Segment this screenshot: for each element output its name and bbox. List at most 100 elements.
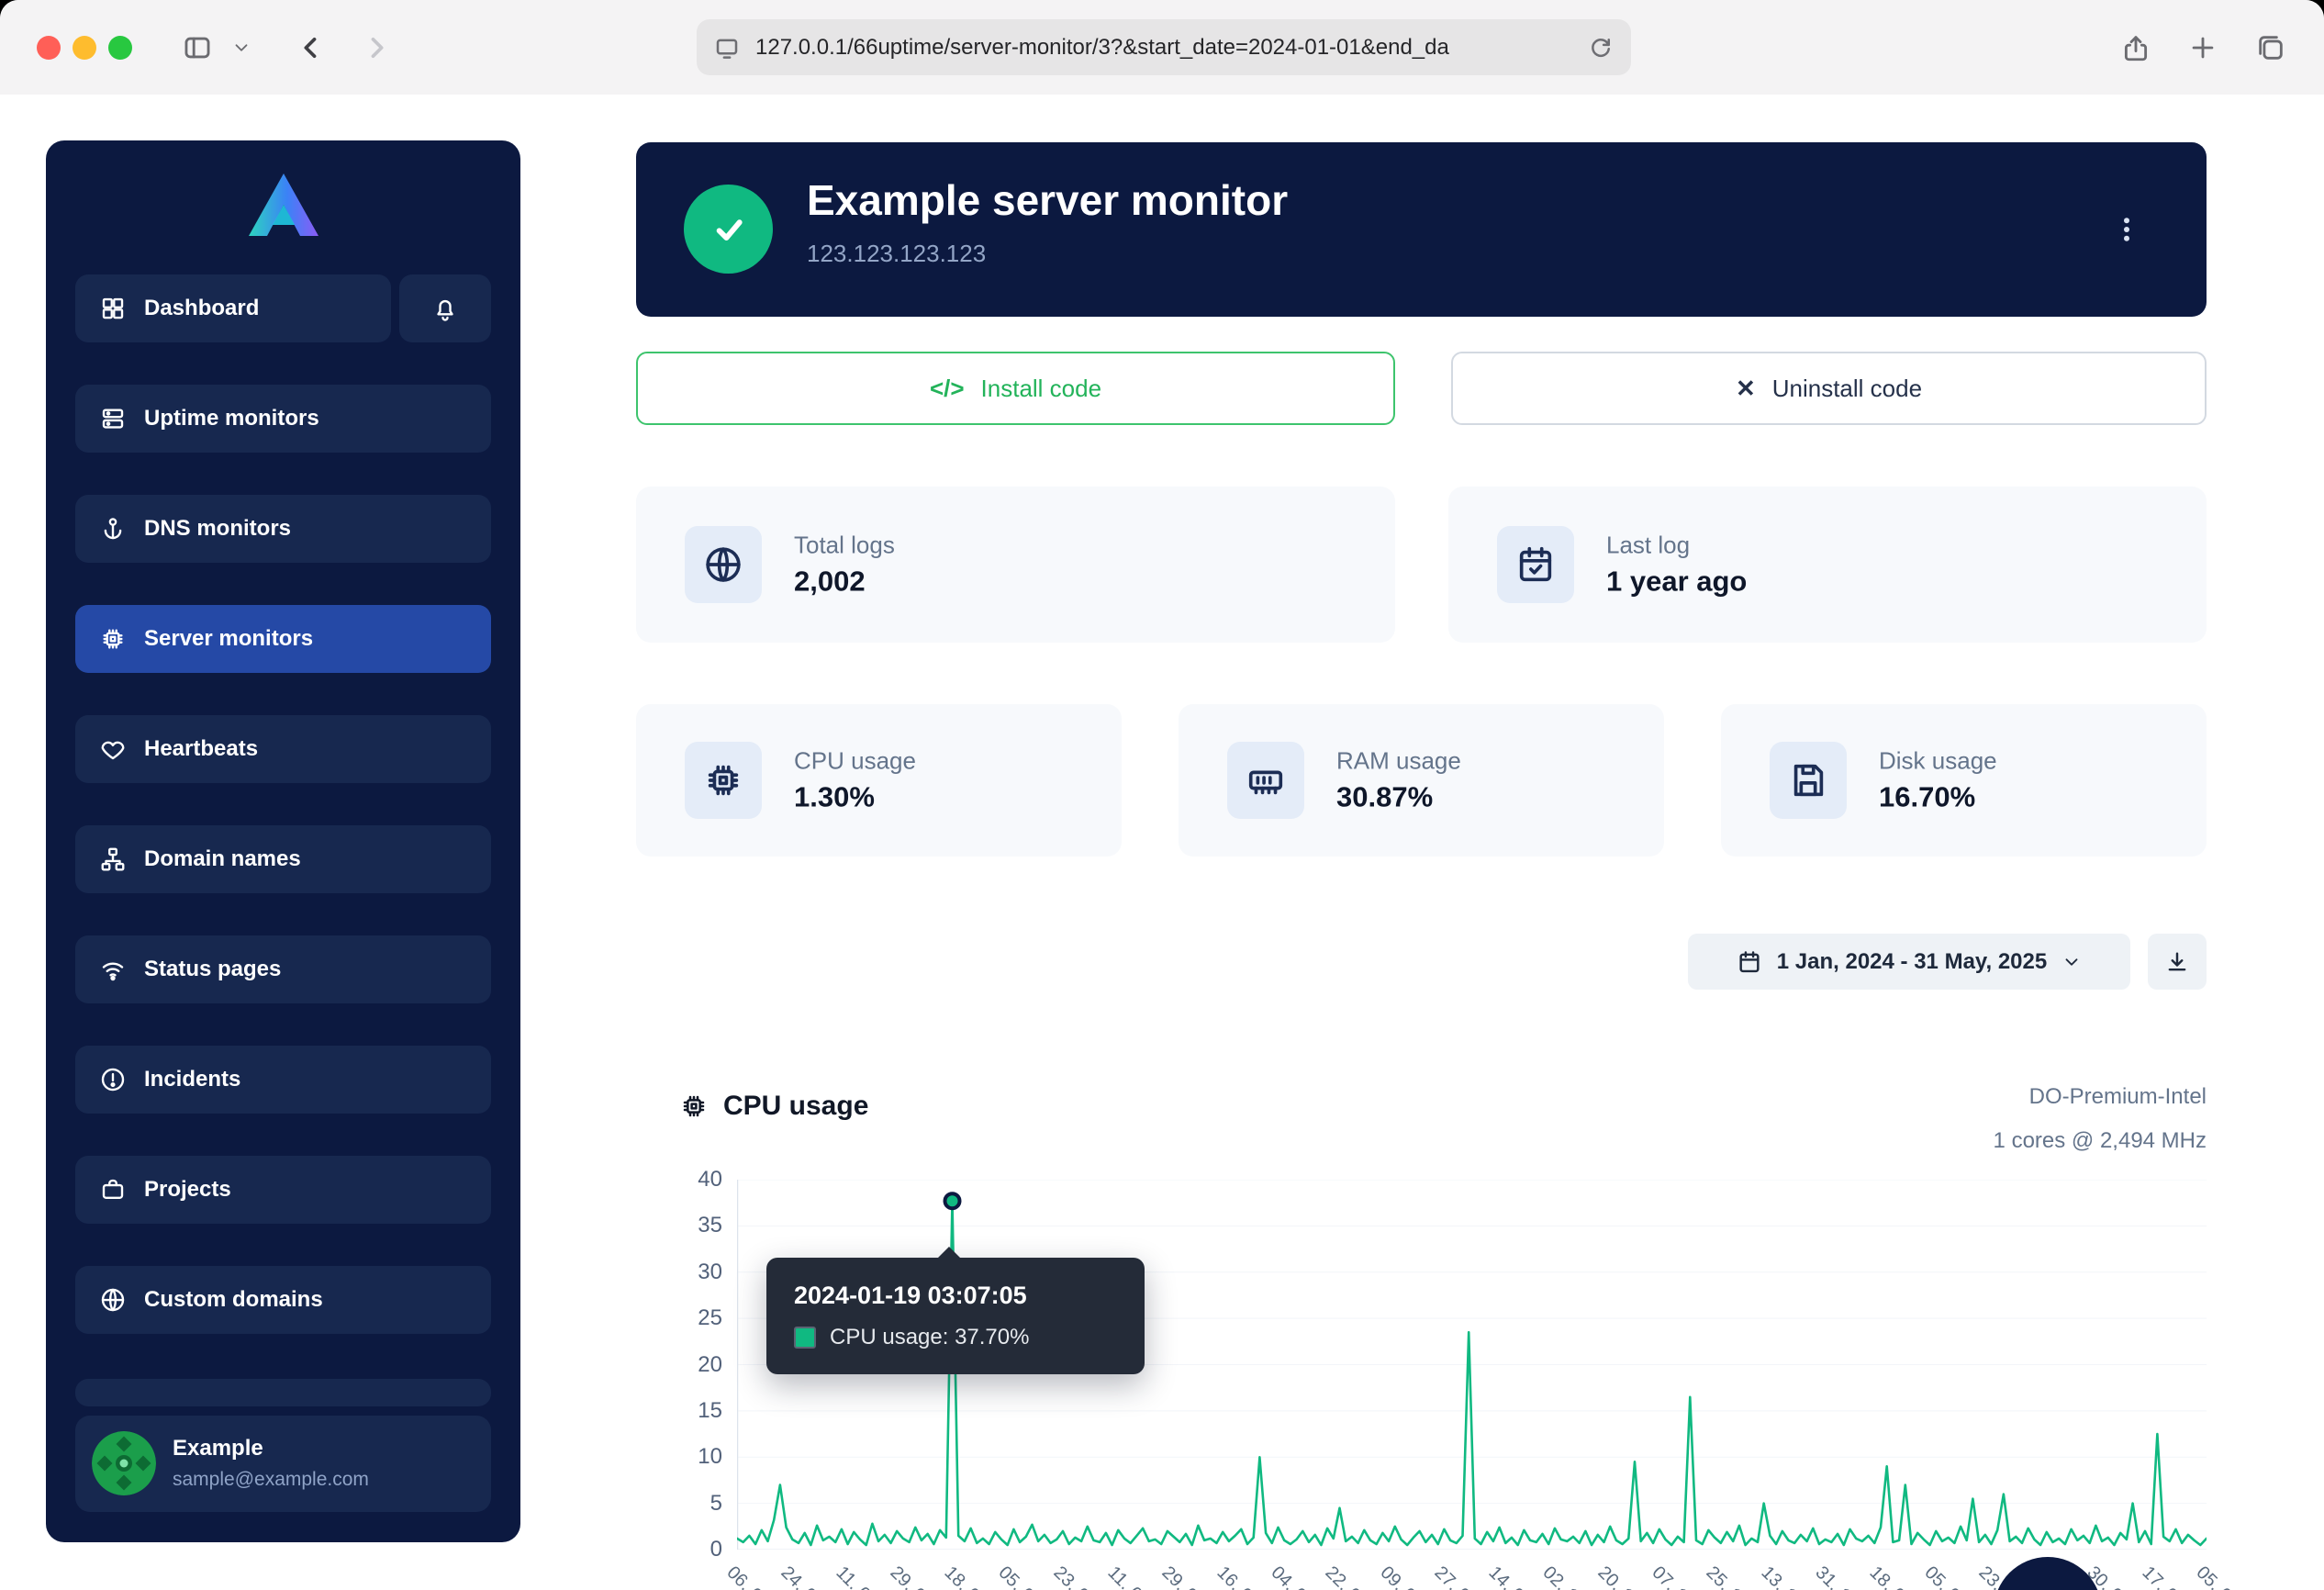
status-ok-icon xyxy=(684,185,773,274)
x-tick-label: 29. 05. xyxy=(1157,1562,1212,1590)
x-tick-label: 23. 04. xyxy=(1049,1562,1104,1590)
forward-button[interactable] xyxy=(356,28,397,68)
tooltip-timestamp: 2024-01-19 03:07:05 xyxy=(794,1282,1117,1310)
code-icon: </> xyxy=(930,375,965,403)
alert-icon xyxy=(99,1066,127,1093)
x-tick-label: 22. 07. xyxy=(1321,1562,1376,1590)
x-tick-label: 18. 03. xyxy=(940,1562,995,1590)
x-icon: ✕ xyxy=(1736,375,1756,403)
share-icon[interactable] xyxy=(2116,28,2156,68)
account-email: sample@example.com xyxy=(173,1469,369,1491)
calendar-check-icon xyxy=(1497,526,1574,603)
install-code-button[interactable]: </> Install code xyxy=(636,352,1395,425)
y-tick-label: 25 xyxy=(658,1304,722,1333)
site-icon xyxy=(713,34,741,62)
chevron-down-icon[interactable] xyxy=(226,28,257,68)
y-tick-label: 30 xyxy=(658,1258,722,1287)
date-range-picker[interactable]: 1 Jan, 2024 - 31 May, 2025 xyxy=(1688,934,2130,990)
account-card[interactable]: Example sample@example.com xyxy=(75,1416,491,1512)
globe-icon xyxy=(685,526,762,603)
x-tick-label: 17. 04. xyxy=(2137,1562,2192,1590)
cpu-icon xyxy=(99,625,127,653)
uninstall-code-button[interactable]: ✕ Uninstall code xyxy=(1451,352,2207,425)
browser-toolbar: 127.0.0.1/66uptime/server-monitor/3?&sta… xyxy=(0,0,2324,95)
y-tick-label: 35 xyxy=(658,1211,722,1240)
date-range-label: 1 Jan, 2024 - 31 May, 2025 xyxy=(1777,949,2047,975)
y-tick-label: 40 xyxy=(658,1165,722,1194)
floating-action-button[interactable] xyxy=(1994,1557,2102,1590)
briefcase-icon xyxy=(99,1176,127,1204)
tab-overview-icon[interactable] xyxy=(2251,28,2291,68)
chart-tooltip: 2024-01-19 03:07:05 CPU usage: 37.70% xyxy=(766,1258,1145,1374)
sidebar-item-label: Custom domains xyxy=(144,1287,323,1313)
x-tick-label: 25. 11. xyxy=(1702,1562,1755,1590)
x-tick-label: 14. 09. xyxy=(1484,1562,1539,1590)
total-logs-card: Total logs 2,002 xyxy=(636,487,1395,643)
cpu-usage-card: CPU usage 1.30% xyxy=(636,704,1122,857)
sidebar-item-custom-domains[interactable]: Custom domains xyxy=(75,1266,491,1334)
ram-usage-value: 30.87% xyxy=(1336,781,1461,814)
disk-usage-value: 16.70% xyxy=(1879,781,1997,814)
series-swatch xyxy=(794,1327,816,1349)
y-tick-label: 15 xyxy=(658,1396,722,1426)
x-tick-label: 02. 10. xyxy=(1538,1562,1593,1590)
chart-title: CPU usage xyxy=(723,1091,868,1122)
sidebar-toggle-icon[interactable] xyxy=(177,28,218,68)
sidebar-item-partial[interactable] xyxy=(75,1379,491,1406)
x-tick-label: 31. 12. xyxy=(1811,1562,1866,1590)
wifi-icon xyxy=(99,956,127,983)
minimize-window-button[interactable] xyxy=(73,36,96,60)
install-code-label: Install code xyxy=(981,375,1102,403)
x-tick-label: 07. 11. xyxy=(1648,1562,1701,1590)
sidebar-item-label: Uptime monitors xyxy=(144,406,319,431)
x-tick-label: 24. 01. xyxy=(777,1562,832,1590)
x-tick-label: 27. 08. xyxy=(1430,1562,1485,1590)
url-text: 127.0.0.1/66uptime/server-monitor/3?&sta… xyxy=(755,35,1587,61)
x-tick-label: 05. 05. xyxy=(2192,1562,2247,1590)
sidebar-item-label: Server monitors xyxy=(144,626,313,652)
download-button[interactable] xyxy=(2148,934,2207,990)
sidebar-item-dns-monitors[interactable]: DNS monitors xyxy=(75,495,491,563)
sidebar-item-label: Dashboard xyxy=(144,296,259,321)
server-meta: DO-Premium-Intel 1 cores @ 2,494 MHz xyxy=(1994,1075,2207,1163)
grid-icon xyxy=(99,295,127,322)
x-tick-label: 05. 04. xyxy=(994,1562,1049,1590)
ram-icon xyxy=(1227,742,1304,819)
sidebar-item-projects[interactable]: Projects xyxy=(75,1156,491,1224)
sidebar-item-incidents[interactable]: Incidents xyxy=(75,1046,491,1114)
x-tick-label: 20. 10. xyxy=(1592,1562,1648,1590)
last-log-card: Last log 1 year ago xyxy=(1448,487,2207,643)
cpu-usage-label: CPU usage xyxy=(794,747,916,776)
x-tick-label: 04. 07. xyxy=(1267,1562,1322,1590)
disk-usage-card: Disk usage 16.70% xyxy=(1721,704,2207,857)
x-tick-label: 09. 08. xyxy=(1375,1562,1430,1590)
sidebar-item-label: Incidents xyxy=(144,1067,240,1092)
zoom-window-button[interactable] xyxy=(108,36,132,60)
sidebar-item-uptime-monitors[interactable]: Uptime monitors xyxy=(75,385,491,453)
address-bar[interactable]: 127.0.0.1/66uptime/server-monitor/3?&sta… xyxy=(697,19,1631,75)
sidebar-item-server-monitors[interactable]: Server monitors xyxy=(75,605,491,673)
close-window-button[interactable] xyxy=(37,36,61,60)
chart-title-row: CPU usage xyxy=(679,1091,868,1122)
server-name: DO-Premium-Intel xyxy=(1994,1075,2207,1119)
kebab-menu-icon[interactable] xyxy=(2104,196,2150,263)
monitor-header-card: Example server monitor 123.123.123.123 xyxy=(636,142,2207,317)
sidebar-item-heartbeats[interactable]: Heartbeats xyxy=(75,715,491,783)
sidebar-item-dashboard[interactable]: Dashboard xyxy=(75,274,391,342)
back-button[interactable] xyxy=(291,28,331,68)
total-logs-label: Total logs xyxy=(794,532,895,560)
avatar xyxy=(92,1431,156,1495)
x-tick-label: 11. 05. xyxy=(1103,1562,1156,1590)
monitor-title: Example server monitor xyxy=(807,175,1288,225)
notifications-button[interactable] xyxy=(399,274,491,342)
calendar-icon xyxy=(1737,949,1762,975)
reload-icon[interactable] xyxy=(1587,34,1615,62)
ram-usage-label: RAM usage xyxy=(1336,747,1461,776)
sidebar-item-label: Status pages xyxy=(144,957,281,982)
server-specs: 1 cores @ 2,494 MHz xyxy=(1994,1119,2207,1163)
ram-usage-card: RAM usage 30.87% xyxy=(1179,704,1664,857)
sidebar-item-status-pages[interactable]: Status pages xyxy=(75,935,491,1003)
new-tab-icon[interactable] xyxy=(2183,28,2223,68)
sidebar-item-domain-names[interactable]: Domain names xyxy=(75,825,491,893)
tooltip-arrow xyxy=(937,1247,961,1259)
